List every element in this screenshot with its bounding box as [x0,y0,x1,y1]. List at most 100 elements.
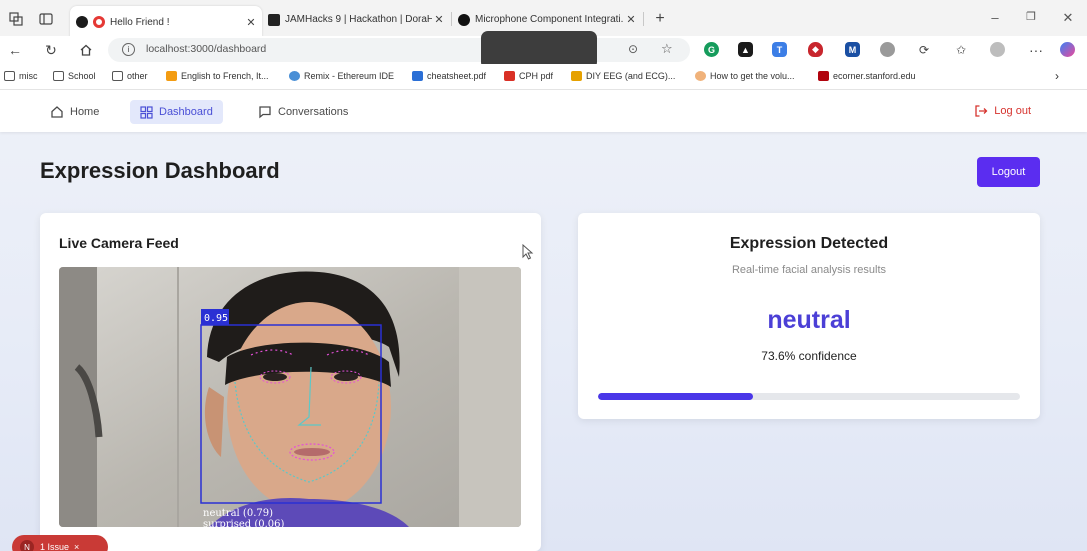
folder-icon [53,71,64,81]
issues-badge-logo: N [20,540,34,551]
hand-icon [695,71,706,81]
translate-icon[interactable]: T [772,42,787,57]
jamhacks-icon [268,13,280,26]
issues-badge[interactable]: N 1 Issue × [12,535,108,551]
bookmark-label: School [68,71,96,81]
detection-score: 0.95 [204,313,228,324]
doc-icon [412,71,423,81]
bookmark-stanford[interactable]: ecorner.stanford.edu [818,71,916,81]
bookmark-label: Remix - Ethereum IDE [304,71,395,81]
issues-badge-label: 1 Issue [40,542,70,551]
recording-icon [93,16,105,28]
favorites-icon[interactable]: ✩ [952,41,970,59]
mouse-cursor-icon [522,244,534,260]
shield-icon[interactable]: ◆ [808,42,823,57]
home-icon[interactable] [77,41,95,59]
bookmark-label: English to French, It... [181,71,269,81]
bookmark-wordreference[interactable]: English to French, It... [166,71,269,81]
nav-home[interactable]: Home [40,100,109,124]
refresh-icon[interactable]: ↻ [42,41,60,59]
detected-expression: neutral [767,306,851,334]
bookmark-label: misc [19,71,38,81]
minimize-icon[interactable]: – [987,10,1003,25]
app-navbar: Home Dashboard Conversations Log out [0,90,1087,132]
tab-hello-friend[interactable]: Hello Friend ! ✕ [70,6,262,38]
chat-bubble-icon [259,106,271,119]
bookmarks-bar: misc School other English to French, It.… [0,64,1087,90]
favorite-star-icon[interactable]: ☆ [661,41,673,57]
expression-card: Expression Detected Real-time facial ana… [578,213,1040,419]
nav-logout-label: Log out [994,105,1031,117]
site-info-icon[interactable]: i [122,43,135,56]
bookmark-diy-eeg[interactable]: DIY EEG (and ECG)... [571,71,675,81]
hat-icon [571,71,582,81]
new-tab-button[interactable]: + [652,10,668,27]
page-title: Expression Dashboard [40,158,280,183]
tab-title: JAMHacks 9 | Hackathon | DoraH... [285,14,432,25]
camera-card-title: Live Camera Feed [59,235,179,251]
tab-microphone[interactable]: Microphone Component Integrati... ✕ [452,6,642,33]
expression-card-subtitle: Real-time facial analysis results [731,264,887,276]
close-tab-icon[interactable]: ✕ [624,13,638,26]
m-extension-icon[interactable]: M [845,42,860,57]
expression-card-title: Expression Detected [729,235,889,252]
address-bar[interactable]: i localhost:3000/dashboard ⊙ ☆ [108,38,690,62]
bookmark-school[interactable]: School [53,71,96,81]
tab-actions-icon[interactable] [38,11,54,27]
grammarly-icon[interactable]: G [704,42,719,57]
pdf-icon [504,71,515,81]
back-icon[interactable]: ← [6,41,24,59]
extensions-icon[interactable]: ⟳ [915,41,933,59]
nav-conversations[interactable]: Conversations [248,100,358,124]
extension-dot-icon[interactable] [880,42,895,57]
home-icon [51,106,63,118]
logout-button[interactable]: Logout [977,157,1040,187]
overlay-expression-1: neutral (0.79) [203,508,273,519]
bookmarks-overflow-icon[interactable]: › [1055,69,1059,83]
issues-close-icon[interactable]: × [74,542,79,551]
confidence-bar [598,393,1020,400]
address-url[interactable]: localhost:3000/dashboard [146,43,266,55]
nav-dashboard[interactable]: Dashboard [130,100,223,124]
app-icon [76,16,88,28]
graduation-icon[interactable]: ▲ [738,42,753,57]
camera-card: Live Camera Feed 0.95 neutral (0.79) sur… [40,213,541,551]
camera-feed: 0.95 neutral (0.79) surprised (0.06) [59,267,521,527]
github-icon [458,13,470,26]
profile-avatar-icon[interactable] [990,42,1005,57]
close-window-icon[interactable]: ✕ [1060,10,1076,26]
close-tab-icon[interactable]: ✕ [244,16,258,29]
restore-icon[interactable]: ❐ [1023,10,1039,23]
folder-icon [4,71,15,81]
more-menu-icon[interactable]: ··· [1027,41,1045,59]
workspaces-icon[interactable] [8,11,24,27]
bookmark-misc[interactable]: misc [4,71,38,81]
overlay-expression-2: surprised (0.06) [203,519,285,527]
folder-icon [112,71,123,81]
bookmark-cheatsheet[interactable]: cheatsheet.pdf [412,71,486,81]
close-tab-icon[interactable]: ✕ [432,13,446,26]
nav-logout[interactable]: Log out [974,104,1031,118]
nav-dashboard-label: Dashboard [159,106,213,118]
bookmark-volume[interactable]: How to get the volu... [695,71,795,81]
logout-icon [975,105,988,117]
tab-jamhacks[interactable]: JAMHacks 9 | Hackathon | DoraH... ✕ [262,6,450,33]
camera-frame-illustration: 0.95 neutral (0.79) surprised (0.06) [59,267,521,527]
bookmark-label: ecorner.stanford.edu [833,71,916,81]
remix-icon [289,71,300,81]
confidence-bar-fill [598,393,754,400]
dashboard-grid-icon [140,105,153,119]
bookmark-label: DIY EEG (and ECG)... [586,71,676,81]
bookmark-other[interactable]: other [112,71,148,81]
tab-divider [643,12,644,26]
reader-icon[interactable]: ⊙ [628,42,638,56]
bookmark-remix[interactable]: Remix - Ethereum IDE [289,71,394,81]
nav-conversations-label: Conversations [278,106,349,118]
bookmark-label: other [127,71,148,81]
app-viewport: Home Dashboard Conversations Log out Exp… [0,90,1087,551]
bookmark-label: How to get the volu... [710,71,795,81]
copilot-icon[interactable] [1060,42,1075,57]
confidence-text: 73.6% confidence [761,349,857,363]
tab-title: Microphone Component Integrati... [475,14,624,25]
bookmark-cph-pdf[interactable]: CPH pdf [504,71,553,81]
